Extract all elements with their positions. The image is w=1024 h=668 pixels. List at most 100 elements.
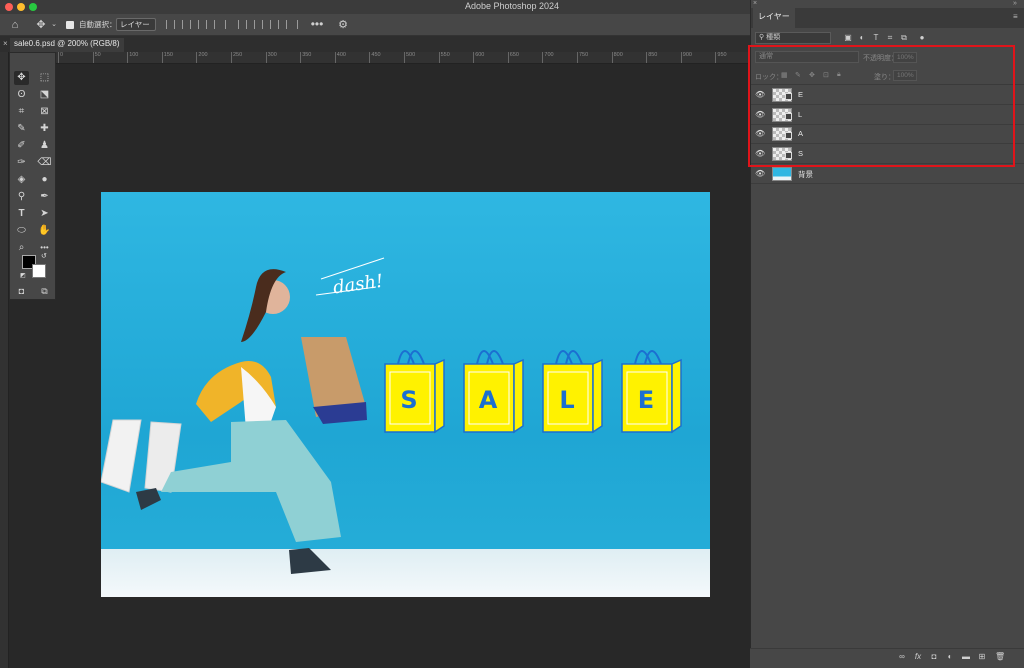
distribute-vertical-icon[interactable] (286, 20, 298, 29)
sale-bag-a: A (463, 350, 525, 434)
chevron-down-icon[interactable]: ⌄ (50, 18, 58, 32)
filter-smart-object-icon[interactable]: ⧉ (899, 32, 909, 43)
type-tool-icon[interactable]: T (14, 207, 29, 221)
crop-tool-icon[interactable]: ⌗ (14, 105, 29, 119)
zoom-tool-icon[interactable]: ⌕ (14, 241, 29, 255)
sale-bag-l: L (542, 350, 604, 434)
layer-style-icon[interactable]: fx (913, 651, 923, 663)
delete-layer-icon[interactable]: 🗑︎ (995, 651, 1005, 663)
vertical-ruler (0, 52, 9, 668)
shape-tool-icon[interactable]: ⬭ (14, 224, 29, 238)
auto-select-dropdown[interactable]: レイヤー (116, 18, 156, 31)
horizontal-ruler: 0 50 100 150 200 250 300 350 400 450 500 550 600 650 7… (56, 52, 750, 64)
move-tool-icon[interactable]: ✥ (34, 18, 48, 32)
pen-tool-icon[interactable]: ✒ (37, 190, 52, 204)
move-tool-icon[interactable]: ✥ (14, 71, 29, 85)
ruler-tick: 550 (438, 52, 450, 63)
close-panel-icon[interactable]: × (753, 0, 757, 7)
eyedropper-tool-icon[interactable]: ✎ (14, 122, 29, 136)
quick-mask-icon[interactable]: ◘ (14, 284, 29, 298)
filter-type-icon[interactable]: T (871, 32, 881, 43)
filter-pixel-icon[interactable]: ▣ (843, 32, 853, 43)
ruler-tick: 950 (715, 52, 727, 63)
ruler-tick: 150 (161, 52, 173, 63)
more-options-icon[interactable]: ••• (310, 18, 324, 32)
marquee-tool-icon[interactable]: ⬚ (37, 71, 52, 85)
layer-row-background[interactable]: 👁︎ 背景 (751, 164, 1024, 184)
sale-bag-s: S (384, 350, 446, 434)
gear-icon[interactable]: ⚙ (336, 18, 350, 32)
document-canvas[interactable]: dash! S A L E (101, 192, 710, 597)
add-mask-icon[interactable]: ◘ (929, 651, 939, 663)
align-center-icon[interactable] (182, 20, 191, 29)
align-top-icon[interactable] (238, 20, 247, 29)
ruler-tick: 400 (334, 52, 346, 63)
new-group-icon[interactable]: ▬ (961, 651, 971, 663)
filter-shape-icon[interactable]: ⌗ (885, 32, 895, 43)
filter-toggle-icon[interactable]: ● (917, 32, 927, 43)
ruler-tick: 650 (507, 52, 519, 63)
healing-brush-tool-icon[interactable]: ✚ (37, 122, 52, 136)
search-icon: ⚲ (759, 34, 765, 41)
options-bar: ⌂ ✥ ⌄ 自動選択： レイヤー ••• ⚙ (0, 14, 750, 36)
auto-select-label: 自動選択： (79, 20, 117, 29)
ruler-tick: 450 (369, 52, 381, 63)
bag-letter-l: L (559, 386, 575, 414)
ruler-tick: 800 (611, 52, 623, 63)
ruler-tick: 600 (473, 52, 484, 63)
bag-letter-e: E (637, 386, 655, 414)
bag-letter-a: A (478, 386, 498, 414)
bag-letter-s: S (400, 386, 418, 414)
collapse-panel-icon[interactable]: » (1013, 0, 1017, 7)
swap-colors-icon[interactable]: ↺ (41, 252, 47, 260)
adjustment-layer-icon[interactable]: ◐ (945, 651, 955, 663)
ruler-tick: 700 (542, 52, 554, 63)
brush-tool-icon[interactable]: ✐ (14, 139, 29, 153)
link-layers-icon[interactable]: ∞ (897, 651, 907, 663)
ruler-tick: 500 (404, 52, 415, 63)
history-brush-tool-icon[interactable]: ✑ (14, 156, 29, 170)
align-left-icon[interactable] (166, 20, 175, 29)
frame-tool-icon[interactable]: ⊠ (37, 105, 52, 119)
auto-select-dropdown-value: レイヤー (120, 20, 150, 29)
home-icon[interactable]: ⌂ (8, 18, 22, 32)
ruler-tick: 100 (127, 52, 138, 63)
layer-name: 背景 (798, 170, 813, 179)
tools-panel: ✥ ⬚ ʘ ⬔ ⌗ ⊠ ✎ ✚ ✐ ♟ ✑ ⌫ ◈ ● ⚲ ✒ T ➤ ⬭ ✋ … (9, 52, 56, 300)
hand-tool-icon[interactable]: ✋ (37, 224, 52, 238)
ruler-tick: 300 (265, 52, 277, 63)
screen-mode-icon[interactable]: ⧉ (37, 284, 52, 298)
close-tab-icon[interactable]: × (3, 39, 8, 48)
eraser-tool-icon[interactable]: ⌫ (37, 156, 52, 170)
ruler-tick: 200 (196, 52, 208, 63)
blur-tool-icon[interactable]: ● (37, 173, 52, 187)
paint-bucket-tool-icon[interactable]: ◈ (14, 173, 29, 187)
sale-bag-e: E (621, 350, 683, 434)
align-right-icon[interactable] (198, 20, 207, 29)
ruler-tick: 0 (58, 52, 63, 63)
distribute-icon[interactable] (214, 20, 226, 29)
background-color-swatch[interactable] (32, 264, 46, 278)
lasso-tool-icon[interactable]: ʘ (14, 88, 29, 102)
ruler-tick: 50 (92, 52, 101, 63)
ruler-tick: 750 (577, 52, 588, 63)
new-layer-icon[interactable]: ⊞ (977, 651, 987, 663)
document-tab[interactable]: sale0.6.psd @ 200% (RGB/8) (10, 38, 124, 52)
object-select-tool-icon[interactable]: ⬔ (37, 88, 52, 102)
align-middle-icon[interactable] (254, 20, 263, 29)
path-select-tool-icon[interactable]: ➤ (37, 207, 52, 221)
panel-menu-icon[interactable]: ≡ (1013, 12, 1018, 21)
dodge-tool-icon[interactable]: ⚲ (14, 190, 29, 204)
ruler-tick: 250 (231, 52, 242, 63)
filter-adjustment-icon[interactable]: ◐ (857, 32, 867, 43)
layer-thumbnail (772, 167, 792, 181)
layer-filter-value: 種類 (766, 34, 781, 41)
auto-select-checkbox[interactable] (66, 21, 74, 29)
align-bottom-icon[interactable] (270, 20, 279, 29)
tab-layers[interactable]: レイヤー (753, 8, 795, 28)
default-colors-icon[interactable]: ◩ (20, 272, 26, 279)
eye-icon[interactable]: 👁︎ (755, 169, 765, 178)
layer-filter-dropdown[interactable]: ⚲ 種類 (755, 32, 831, 44)
ruler-tick: 900 (680, 52, 692, 63)
stamp-tool-icon[interactable]: ♟ (37, 139, 52, 153)
